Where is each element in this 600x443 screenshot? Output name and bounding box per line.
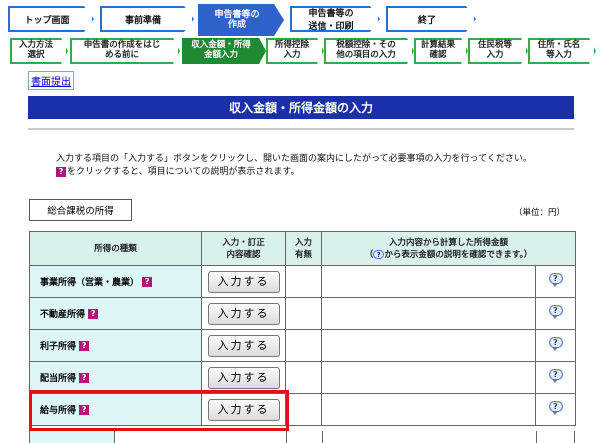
step-send-print[interactable]: 申告書等の 送信・印刷 — [290, 6, 380, 32]
substep-resident-tax[interactable]: 住民税等 入力 — [468, 38, 528, 64]
instructions: 入力する項目の「入力する」ボタンをクリックし、開いた画面の案内にしたがって必要事… — [56, 153, 532, 179]
header-income-type: 所得の種類 — [29, 231, 202, 266]
substep-results[interactable]: 計算結果 確認 — [414, 38, 468, 64]
unit-label: （単位：円） — [514, 208, 566, 218]
help-bubble-icon[interactable]: ? — [548, 369, 564, 383]
has-input-cell — [285, 361, 322, 394]
header-has-input: 入力 有無 — [285, 231, 322, 266]
page-title: 収入金額・所得金額の入力 — [28, 96, 574, 119]
substep-income-input[interactable]: 収入金額・所得 金額入力 — [182, 38, 266, 64]
income-type-label: 利子所得 — [40, 342, 77, 352]
income-type-cell: 利子所得 ? — [29, 329, 202, 362]
table-row: 利子所得 ? 入力する? — [29, 329, 577, 362]
step-preparation[interactable]: 事前準備 — [100, 6, 194, 32]
amount-cell — [321, 393, 536, 426]
income-type-cell: 事業所得（営業・農業） ? — [29, 265, 202, 298]
instruction-line-2: ? をクリックすると、項目についての説明が表示されます。 — [56, 166, 532, 179]
amount-cell — [321, 297, 536, 330]
income-type-label: 事業所得（営業・農業） — [40, 278, 140, 288]
table-row-partial — [29, 431, 575, 443]
input-button[interactable]: 入力する — [207, 270, 280, 293]
substep-navigation: 入力方法 選択 申告書の作成をはじ める前に 収入金額・所得 金額入力 所得控除… — [10, 38, 600, 64]
amount-cell — [321, 329, 536, 362]
income-type-label: 不動産所得 — [40, 310, 86, 320]
input-button[interactable]: 入力する — [207, 334, 280, 357]
substep-input-method[interactable]: 入力方法 選択 — [10, 38, 68, 64]
income-type-cell: 配当所得 ? — [29, 361, 202, 394]
section-title: 総合課税の所得 — [29, 199, 132, 221]
table-body: 事業所得（営業・農業） ? 入力する? 不動産所得 ? 入力する? 利子所得 ? 入力する… — [29, 265, 577, 426]
substep-deductions[interactable]: 所得控除 入力 — [266, 38, 324, 64]
table-header-row: 所得の種類 入力・訂正 内容確認 入力 有無 入力内容から計算した所得金額 （?… — [29, 231, 577, 266]
help-bubble-icon[interactable]: ? — [548, 273, 564, 287]
help-icon: ? — [373, 249, 385, 259]
header-calculated-amount: 入力内容から計算した所得金額 （? から表示金額の説明を確認できます。） — [320, 231, 577, 266]
step-navigation: トップ画面 事前準備 申告書等の 作成 申告書等の 送信・印刷 終了 — [0, 4, 600, 36]
table-row: 配当所得 ? 入力する? — [29, 361, 577, 394]
income-type-label: 配当所得 — [40, 374, 77, 384]
instruction-line-1: 入力する項目の「入力する」ボタンをクリックし、開いた画面の案内にしたがって必要事… — [56, 154, 532, 164]
divider — [28, 128, 574, 130]
amount-cell — [321, 361, 536, 394]
question-icon[interactable]: ? — [79, 340, 90, 351]
question-icon[interactable]: ? — [88, 308, 99, 319]
input-button[interactable]: 入力する — [207, 302, 280, 325]
has-input-cell — [285, 393, 322, 426]
header-input-confirm: 入力・訂正 内容確認 — [201, 231, 286, 266]
step-top[interactable]: トップ画面 — [8, 6, 94, 32]
paper-submission-link[interactable]: 書面提出 — [28, 71, 74, 90]
step-finish[interactable]: 終了 — [386, 6, 476, 32]
amount-cell — [321, 265, 536, 298]
table-row: 不動産所得 ? 入力する? — [29, 297, 577, 330]
input-button[interactable]: 入力する — [207, 398, 280, 421]
table-row: 事業所得（営業・農業） ? 入力する? — [29, 265, 577, 298]
help-bubble-icon[interactable]: ? — [548, 305, 564, 319]
income-type-cell: 不動産所得 ? — [29, 297, 202, 330]
substep-before-start[interactable]: 申告書の作成をはじ める前に — [70, 38, 180, 64]
has-input-cell — [285, 265, 322, 298]
income-type-cell: 給与所得 ? — [29, 393, 202, 426]
substep-tax-credits[interactable]: 税額控除・その 他の項目の入力 — [324, 38, 414, 64]
help-bubble-icon[interactable]: ? — [548, 401, 564, 415]
has-input-cell — [285, 329, 322, 362]
question-icon: ? — [56, 166, 66, 177]
income-type-label: 給与所得 — [40, 406, 77, 416]
step-create-return[interactable]: 申告書等の 作成 — [198, 4, 284, 36]
substep-address-name[interactable]: 住所・氏名 等入力 — [528, 38, 596, 64]
table-row: 給与所得 ? 入力する? — [29, 393, 577, 426]
question-icon[interactable]: ? — [79, 404, 90, 415]
income-table: 所得の種類 入力・訂正 内容確認 入力 有無 入力内容から計算した所得金額 （?… — [29, 231, 577, 426]
has-input-cell — [285, 297, 322, 330]
help-bubble-icon[interactable]: ? — [548, 337, 564, 351]
question-icon[interactable]: ? — [142, 276, 153, 287]
question-icon[interactable]: ? — [79, 372, 90, 383]
input-button[interactable]: 入力する — [207, 366, 280, 389]
